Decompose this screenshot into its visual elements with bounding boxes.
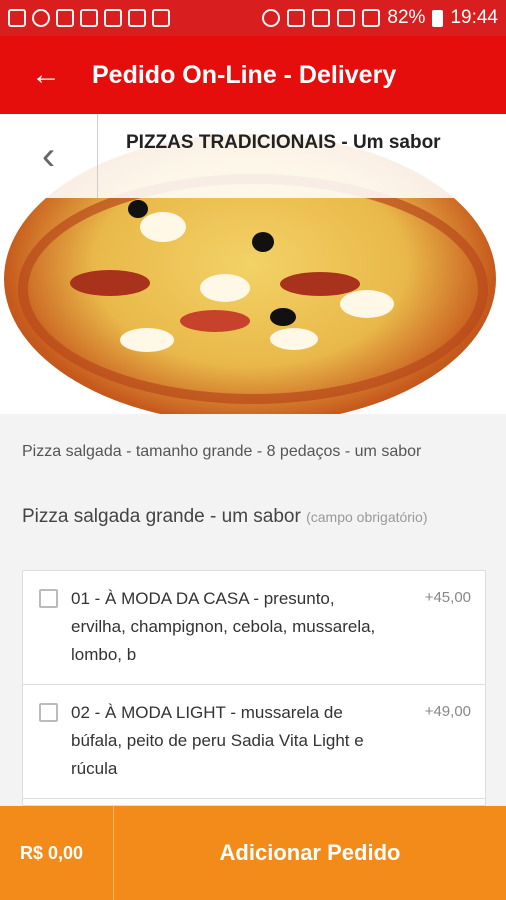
screenshot-icon xyxy=(362,9,381,27)
category-header: ‹ PIZZAS TRADICIONAIS - Um sabor xyxy=(0,114,506,198)
egg-topping xyxy=(340,290,394,318)
options-list: 01 - À MODA DA CASA - presunto, ervilha,… xyxy=(22,570,486,806)
option-checkbox[interactable] xyxy=(39,703,58,722)
image-icon xyxy=(56,9,74,27)
product-description: Pizza salgada - tamanho grande - 8 pedaç… xyxy=(22,443,422,460)
option-item[interactable]: 02 - À MODA LIGHT - mussarela de búfala,… xyxy=(23,685,485,799)
section-title: Pizza salgada grande - um sabor (campo o… xyxy=(22,502,482,532)
egg-topping xyxy=(120,328,174,352)
bacon-topping xyxy=(70,270,150,296)
section-title-text: Pizza salgada grande - um sabor xyxy=(22,506,301,527)
system-status: 82% 19:44 xyxy=(262,7,498,29)
add-order-button[interactable]: Adicionar Pedido xyxy=(114,840,506,866)
option-price: +45,00 xyxy=(424,589,471,606)
whatsapp-icon xyxy=(32,9,50,27)
bacon-topping xyxy=(280,272,360,296)
notification-icons xyxy=(8,9,170,27)
battery-icon xyxy=(432,9,444,27)
olive-topping xyxy=(128,200,148,218)
bacon-topping xyxy=(180,310,250,332)
status-bar: 82% 19:44 xyxy=(0,0,506,36)
option-item[interactable]: 01 - À MODA DA CASA - presunto, ervilha,… xyxy=(23,571,485,685)
play-store-icon xyxy=(152,9,170,27)
gmail-icon xyxy=(128,9,146,27)
option-text: 02 - À MODA LIGHT - mussarela de búfala,… xyxy=(71,699,391,783)
order-total: R$ 0,00 xyxy=(0,806,114,900)
category-title: PIZZAS TRADICIONAIS - Um sabor xyxy=(126,132,441,153)
app-bar: ← Pedido On-Line - Delivery xyxy=(0,36,506,114)
calendar-icon xyxy=(104,9,122,27)
required-hint: (campo obrigatório) xyxy=(306,509,428,525)
olive-topping xyxy=(270,308,296,326)
bottom-bar: R$ 0,00 Adicionar Pedido xyxy=(0,806,506,900)
app-title: Pedido On-Line - Delivery xyxy=(92,60,397,89)
option-price: +49,00 xyxy=(424,703,471,720)
data-icon xyxy=(312,9,331,27)
option-name: 02 - À MODA LIGHT xyxy=(71,703,226,722)
chevron-left-icon[interactable]: ‹ xyxy=(0,114,98,198)
egg-topping xyxy=(140,212,186,242)
option-name: 01 - À MODA DA CASA xyxy=(71,589,249,608)
option-checkbox[interactable] xyxy=(39,589,58,608)
gallery-icon xyxy=(80,9,98,27)
mail-icon xyxy=(8,9,26,27)
back-arrow-icon[interactable]: ← xyxy=(0,58,92,92)
product-details: Pizza salgada - tamanho grande - 8 pedaç… xyxy=(0,414,506,806)
egg-topping xyxy=(270,328,318,350)
signal-icon xyxy=(337,9,356,27)
option-text: 01 - À MODA DA CASA - presunto, ervilha,… xyxy=(71,585,391,669)
wifi-icon xyxy=(287,9,306,27)
product-image: ‹ PIZZAS TRADICIONAIS - Um sabor xyxy=(0,114,506,414)
olive-topping xyxy=(252,232,274,252)
clock: 19:44 xyxy=(450,7,498,28)
battery-percent: 82% xyxy=(387,7,426,28)
alarm-icon xyxy=(262,9,281,27)
egg-topping xyxy=(200,274,250,302)
